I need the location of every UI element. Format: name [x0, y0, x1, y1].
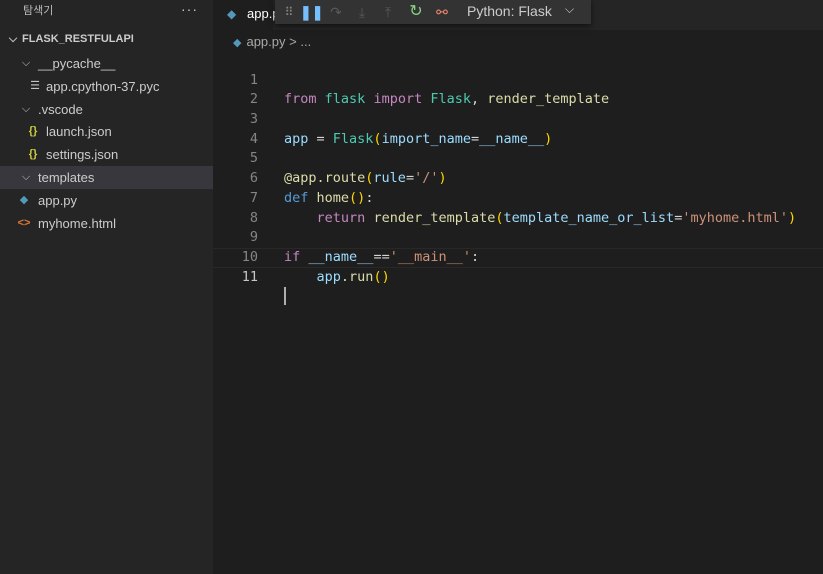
chevron-right-icon: ⌵: [21, 171, 31, 183]
tree-folder-templates[interactable]: ⌵ templates: [0, 166, 213, 189]
python-icon: ◆: [227, 7, 237, 21]
code-line[interactable]: 5 @app.route(rule='/'): [213, 130, 823, 186]
json-braces-icon: {}: [28, 125, 38, 137]
tree-file-pyc[interactable]: ☰ app.cpython-37.pyc: [0, 75, 213, 98]
disconnect-icon[interactable]: ⚯: [432, 2, 452, 22]
code-token: run: [349, 268, 374, 285]
chevron-down-icon: ⌵: [21, 103, 31, 115]
step-out-icon[interactable]: ⤒: [378, 2, 398, 22]
json-braces-icon: {}: [28, 148, 38, 160]
tree-root-folder[interactable]: ⌵ FLASK_RESTFULAPI: [0, 28, 213, 51]
explorer-title: 탐색기: [23, 5, 54, 17]
step-into-icon[interactable]: ⤓: [352, 2, 372, 22]
tab-bar: ◆ app.py ⠿ ❚❚ ↷ ⤓ ⤒ ↻ ⚯ Python: Flask ⌵: [213, 0, 823, 30]
code-token: .: [340, 268, 350, 285]
tree-file-settings-json[interactable]: {} settings.json: [0, 143, 213, 166]
python-icon: ◆: [19, 194, 29, 206]
tree-item-label: .vscode: [38, 102, 83, 117]
tree-item-label: settings.json: [46, 147, 119, 162]
breadcrumb-more[interactable]: ...: [300, 34, 311, 49]
tree-item-label: __pycache__: [38, 56, 116, 71]
code-line[interactable]: 9 if __name__=='__main__':: [213, 209, 823, 265]
more-actions-icon[interactable]: ···: [181, 0, 198, 20]
code-line[interactable]: 4: [213, 110, 823, 147]
tree-file-launch-json[interactable]: {} launch.json: [0, 120, 213, 143]
text-cursor: [284, 287, 286, 306]
explorer-sidebar: 탐색기 ··· ⌵ FLASK_RESTFULAPI ⌵ __pycache__…: [0, 0, 213, 574]
code-token: (): [373, 268, 390, 285]
tree-item-label: templates: [38, 170, 95, 185]
html-code-icon: <>: [17, 217, 31, 229]
debug-config-select[interactable]: Python: Flask: [467, 3, 552, 19]
tree-item-label: FLASK_RESTFULAPI: [22, 33, 134, 45]
code-line[interactable]: 10 app.run(): [213, 228, 823, 285]
tree-folder-pycache[interactable]: ⌵ __pycache__: [0, 52, 213, 75]
code-line[interactable]: 8: [213, 189, 823, 226]
code-line[interactable]: 2: [213, 71, 823, 107]
pause-icon[interactable]: ❚❚: [300, 2, 323, 22]
explorer-header: 탐색기 ···: [0, 0, 213, 22]
breadcrumb: ◆ app.py > ...: [233, 32, 311, 52]
tree-folder-vscode[interactable]: ⌵ .vscode: [0, 98, 213, 121]
debug-toolbar: ⠿ ❚❚ ↷ ⤓ ⤒ ↻ ⚯ Python: Flask ⌵: [275, 0, 591, 24]
breadcrumb-file[interactable]: app.py: [246, 34, 285, 49]
drag-handle-icon[interactable]: ⠿: [279, 2, 299, 22]
code-line[interactable]: 6 def home():: [213, 149, 823, 206]
step-over-icon[interactable]: ↷: [326, 2, 346, 22]
code-token: app: [316, 268, 341, 285]
code-line-current[interactable]: 11: [213, 248, 823, 306]
tree-file-myhome-html[interactable]: <> myhome.html: [0, 212, 213, 235]
breadcrumb-separator: >: [289, 34, 297, 49]
python-icon: ◆: [233, 37, 242, 49]
tree-file-app-py[interactable]: ◆ app.py: [0, 189, 213, 212]
tree-item-label: app.cpython-37.pyc: [46, 79, 160, 94]
code-line[interactable]: 3 app = Flask(import_name=__name__): [213, 90, 823, 147]
code-line[interactable]: 7 return render_template(template_name_o…: [213, 169, 823, 226]
editor-area: ◆ app.py ⠿ ❚❚ ↷ ⤓ ⤒ ↻ ⚯ Python: Flask ⌵ …: [213, 0, 823, 574]
tree-item-label: myhome.html: [38, 216, 117, 231]
code-editor[interactable]: 1 from flask import Flask, render_templa…: [213, 51, 823, 306]
tree-item-label: launch.json: [46, 124, 112, 139]
tab-app-py[interactable]: ◆ app.py: [213, 0, 286, 30]
chevron-down-icon[interactable]: ⌵: [565, 2, 574, 17]
code-line[interactable]: 1 from flask import Flask, render_templa…: [213, 51, 823, 108]
line-number: 11: [241, 268, 258, 285]
chevron-down-icon: ⌵: [8, 33, 18, 45]
restart-icon[interactable]: ↻: [406, 2, 426, 22]
tree-item-label: app.py: [38, 193, 78, 208]
file-lines-icon: ☰: [30, 80, 40, 92]
chevron-down-icon: ⌵: [21, 57, 31, 69]
